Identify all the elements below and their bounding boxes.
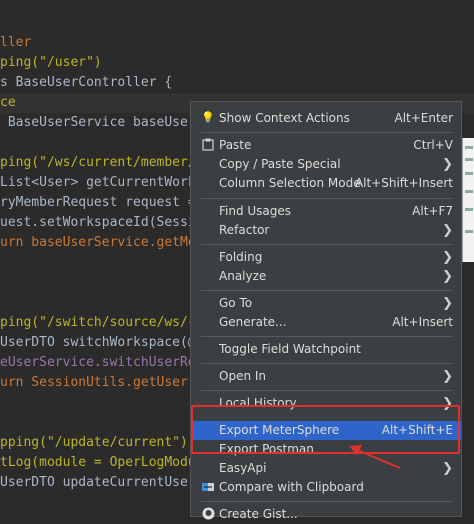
menu-item-show-context-actions[interactable]: 💡 Show Context Actions Alt+Enter [191,109,461,128]
chevron-right-icon: ❯ [442,157,453,172]
code-line: ller [0,35,32,50]
chevron-right-icon: ❯ [442,369,453,384]
code-line: BaseUserService baseUserS [0,115,204,130]
menu-separator [201,244,453,245]
code-line: ping("/switch/source/ws/{s [0,315,204,330]
code-line: ping("/user") [0,55,102,70]
menu-item-column-selection-mode[interactable]: Column Selection Mode Alt+Shift+Insert [191,174,461,193]
clipboard-icon [201,138,215,152]
chevron-right-icon: ❯ [442,269,453,284]
code-line: s BaseUserController { [0,75,173,90]
chevron-right-icon: ❯ [442,296,453,311]
code-line: urn SessionUtils.getUser() [0,375,204,390]
chevron-right-icon: ❯ [442,250,453,265]
menu-item-analyze[interactable]: Analyze ❯ [191,267,461,286]
code-line: List<User> getCurrentWorks [0,175,204,190]
code-line: pping("/update/current") [0,435,188,450]
github-icon [201,507,215,521]
code-line: ce [0,95,16,110]
menu-item-refactor[interactable]: Refactor ❯ [191,221,461,240]
chevron-right-icon: ❯ [442,461,453,476]
compare-icon [201,480,215,494]
menu-separator [201,336,453,337]
menu-item-open-in[interactable]: Open In ❯ [191,367,461,386]
code-line: UserDTO switchWorkspace(@P [0,335,204,350]
menu-item-generate[interactable]: Generate... Alt+Insert [191,313,461,332]
menu-item-create-gist[interactable]: Create Gist... [191,505,461,524]
highlight-annotation-box [191,405,460,454]
code-line: urn baseUserService.getMem [0,235,204,250]
menu-separator [201,390,453,391]
editor-context-menu: 💡 Show Context Actions Alt+Enter Paste C… [190,101,462,521]
menu-item-easyapi[interactable]: EasyApi ❯ [191,459,461,478]
menu-separator [201,290,453,291]
code-line: tLog(module = OperLogModul [0,455,204,470]
code-line: eUserService.switchUserRes [0,355,204,370]
menu-item-copy-paste-special[interactable]: Copy / Paste Special ❯ [191,155,461,174]
code-line: ryMemberRequest request = [0,195,196,210]
menu-item-go-to[interactable]: Go To ❯ [191,294,461,313]
menu-item-folding[interactable]: Folding ❯ [191,248,461,267]
code-line: UserDTO updateCurrentUser( [0,475,204,490]
menu-item-paste[interactable]: Paste Ctrl+V [191,136,461,155]
menu-separator [201,198,453,199]
menu-separator [201,132,453,133]
code-line: ping("/ws/current/member/l [0,155,204,170]
code-line: uest.setWorkspaceId(Sessio [0,215,204,230]
background-window-strip [462,138,474,262]
menu-separator [201,363,453,364]
menu-separator [201,501,453,502]
menu-item-compare-with-clipboard[interactable]: Compare with Clipboard [191,478,461,497]
menu-item-find-usages[interactable]: Find Usages Alt+F7 [191,202,461,221]
chevron-right-icon: ❯ [442,223,453,238]
bulb-icon: 💡 [201,111,215,124]
menu-item-toggle-field-watchpoint[interactable]: Toggle Field Watchpoint [191,340,461,359]
